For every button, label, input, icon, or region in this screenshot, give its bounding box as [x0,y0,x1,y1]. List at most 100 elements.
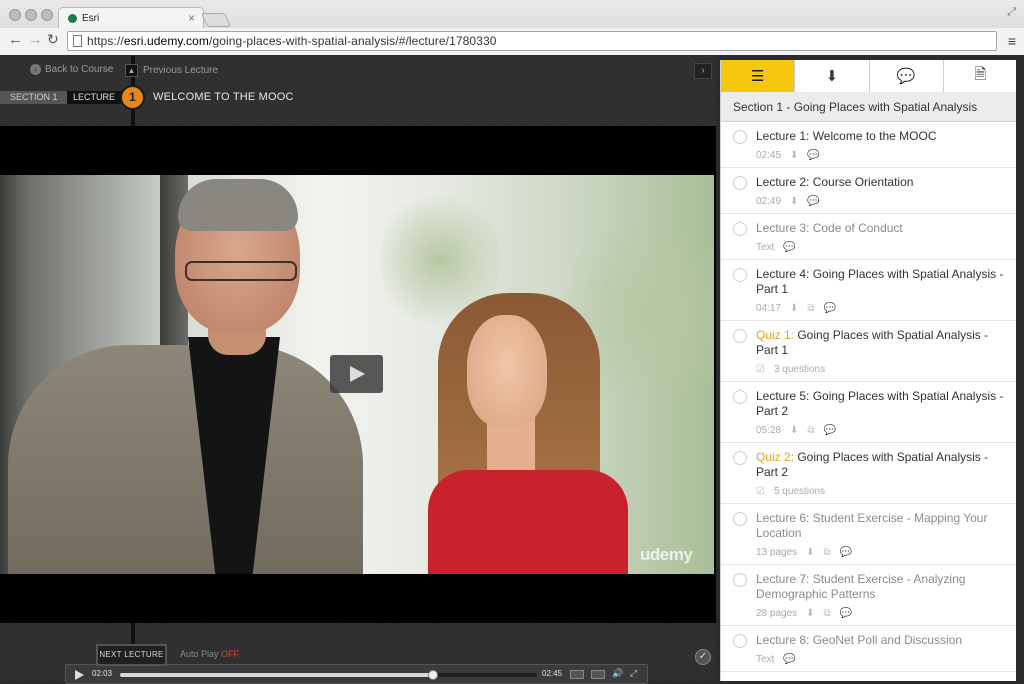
completion-circle-icon[interactable] [733,634,747,648]
browser-menu-icon[interactable]: ≡ [1008,33,1016,49]
completion-circle-icon[interactable] [733,222,747,236]
external-link-icon[interactable]: ⧉ [824,608,831,619]
lecture-item-info: 04:17 [756,302,782,314]
tab-curriculum[interactable]: ☰ [721,60,796,92]
lecture-item-meta: ☑ 5 questions [756,485,1007,497]
tab-close-icon[interactable]: × [188,11,195,25]
comment-icon[interactable]: 💬 [824,303,836,314]
comment-icon[interactable]: 💬 [807,150,819,161]
lecture-item[interactable]: Lecture 7: Student Exercise - Analyzing … [721,565,1016,626]
lecture-nav: ‹ Back to Course ▲ Previous Lecture SECT… [0,56,716,126]
forward-arrow-icon[interactable]: → [28,31,43,48]
zoom-window-icon[interactable] [41,9,53,21]
video-controls: 02:03 02:45 🔊 ⤢ [65,664,648,684]
external-link-icon[interactable]: ⧉ [807,425,814,436]
lecture-item[interactable]: Lecture 4: Going Places with Spatial Ana… [721,260,1016,321]
lecture-item[interactable]: Lecture 5: Going Places with Spatial Ana… [721,382,1016,443]
lecture-item[interactable]: Quiz 1: Going Places with Spatial Analys… [721,321,1016,382]
lecture-item-text: Lecture 3: Code of Conduct [756,221,903,235]
lecture-item[interactable]: Lecture 3: Code of Conduct Text 💬 [721,214,1016,260]
autoplay-toggle[interactable]: Auto Play OFF [180,649,239,659]
back-arrow-icon[interactable]: ← [8,31,23,48]
lecture-item[interactable]: Lecture 6: Student Exercise - Mapping Yo… [721,504,1016,565]
duration: 02:45 [542,669,563,678]
completion-circle-icon[interactable] [733,451,747,465]
comment-icon[interactable]: 💬 [807,196,819,207]
download-icon[interactable]: ⬇ [790,150,798,161]
lecture-item-title: Lecture 7: Student Exercise - Analyzing … [756,572,1007,602]
lecture-item-meta: 28 pages ⬇ ⧉ 💬 [756,607,1007,619]
completion-circle-icon[interactable] [733,130,747,144]
presenter-woman-top [428,470,628,574]
mark-complete-icon[interactable]: ✓ [695,649,711,665]
lecture-item-text: Lecture 4: Going Places with Spatial Ana… [756,267,1004,296]
comment-icon[interactable]: 💬 [840,608,852,619]
next-lecture-button[interactable]: NEXT LECTURE [96,644,167,666]
play-overlay-button[interactable] [330,355,383,393]
curriculum-sidebar: ☰ ⬇ 💬 🗎 Section 1 - Going Places with Sp… [720,60,1016,681]
completion-circle-icon[interactable] [733,573,747,587]
collapse-sidebar-button[interactable]: › [694,63,712,79]
download-icon[interactable]: ⬇ [806,547,814,558]
quality-icon[interactable] [591,670,605,679]
lecture-item[interactable]: Quiz 2: Going Places with Spatial Analys… [721,443,1016,504]
lecture-item[interactable]: Lecture 1: Welcome to the MOOC 02:45 ⬇ 💬 [721,122,1016,168]
lecture-item[interactable]: Lecture 2: Course Orientation 02:49 ⬇ 💬 [721,168,1016,214]
download-icon[interactable]: ⬇ [790,196,798,207]
quiz-label: Quiz 2: [756,450,795,464]
lecture-item-title: Lecture 5: Going Places with Spatial Ana… [756,389,1007,419]
download-icon[interactable]: ⬇ [790,425,798,436]
external-link-icon[interactable]: ⧉ [807,303,814,314]
completion-circle-icon[interactable] [733,329,747,343]
minimize-window-icon[interactable] [25,9,37,21]
presenter-hair [178,179,298,231]
lecture-item-text: Lecture 7: Student Exercise - Analyzing … [756,572,966,601]
external-link-icon[interactable]: ⧉ [824,547,831,558]
video-area: udemy 02:03 02:45 🔊 ⤢ [0,126,716,684]
reload-icon[interactable]: ↻ [47,31,59,48]
back-to-course-button[interactable]: ‹ Back to Course [30,64,113,75]
download-icon[interactable]: ⬇ [806,608,814,619]
lecture-list: Lecture 1: Welcome to the MOOC 02:45 ⬇ 💬 Lec… [721,122,1016,672]
seek-handle[interactable] [427,670,438,680]
comment-icon[interactable]: 💬 [783,242,795,253]
tab-discussions[interactable]: 💬 [869,60,944,92]
lecture-item-title: Lecture 2: Course Orientation [756,175,1007,190]
lecture-item-title: Lecture 3: Code of Conduct [756,221,1007,236]
previous-lecture-button[interactable]: ▲ Previous Lecture [125,64,218,77]
checkbox-icon: ☑ [756,485,765,497]
comment-icon[interactable]: 💬 [840,547,852,558]
download-icon: ⬇ [825,68,839,85]
lecture-item[interactable]: Lecture 8: GeoNet Poll and Discussion Tex… [721,626,1016,672]
completion-circle-icon[interactable] [733,512,747,526]
seek-progress [120,673,433,677]
lecture-number-badge: 1 [120,85,145,110]
new-tab-button[interactable] [200,13,232,27]
notes-icon: 🗎 [974,65,987,83]
completion-circle-icon[interactable] [733,268,747,282]
checkbox-icon: ☑ [756,363,765,375]
download-icon[interactable]: ⬇ [790,303,798,314]
volume-icon[interactable]: 🔊 [612,668,623,679]
lecture-item-title: Lecture 1: Welcome to the MOOC [756,129,1007,144]
browser-tab[interactable]: Esri × [58,7,204,29]
play-icon[interactable] [75,670,84,680]
quiz-label: Quiz 1: [756,328,795,342]
fullscreen-icon[interactable]: ⤢ [1007,6,1016,19]
completion-circle-icon[interactable] [733,176,747,190]
video-frame[interactable]: udemy [0,175,714,574]
tab-notes[interactable]: 🗎 [943,60,1016,92]
captions-icon[interactable] [570,670,584,679]
comment-icon[interactable]: 💬 [824,425,836,436]
address-bar[interactable]: https://esri.udemy.com/going-places-with… [67,31,997,51]
favicon-icon [68,14,77,23]
completion-circle-icon[interactable] [733,390,747,404]
lecture-item-info: 5 questions [773,485,826,497]
fullscreen-player-icon[interactable]: ⤢ [630,668,637,679]
tab-downloads[interactable]: ⬇ [795,60,870,92]
lecture-item-info: 02:49 [756,195,782,207]
comment-icon[interactable]: 💬 [783,654,795,665]
close-window-icon[interactable] [9,9,21,21]
list-icon: ☰ [750,68,765,85]
seek-bar[interactable] [120,670,537,680]
